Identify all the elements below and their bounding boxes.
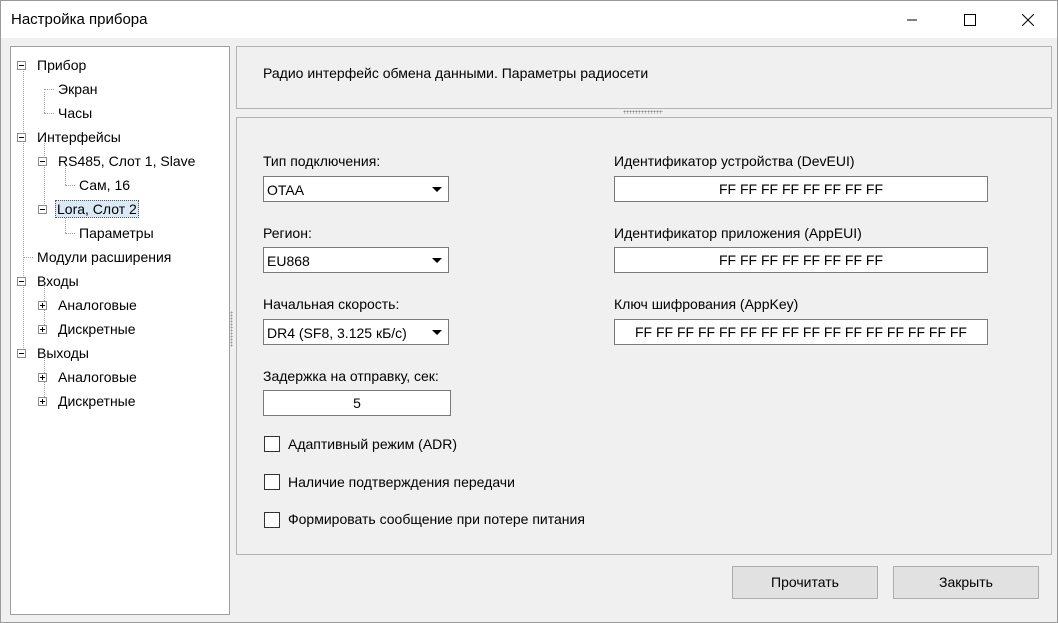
vertical-splitter[interactable] bbox=[230, 311, 233, 347]
app-eui-input[interactable]: FF FF FF FF FF FF FF FF bbox=[614, 247, 988, 273]
send-delay-input[interactable]: 5 bbox=[263, 390, 451, 416]
power-loss-message-checkbox[interactable] bbox=[264, 512, 280, 528]
expand-icon[interactable] bbox=[38, 373, 47, 382]
expand-icon[interactable] bbox=[38, 397, 47, 406]
dropdown-arrow-icon bbox=[432, 187, 442, 192]
dropdown-arrow-icon bbox=[432, 258, 442, 263]
tree-item-label: Модули расширения bbox=[37, 249, 172, 265]
tree-connector bbox=[44, 92, 45, 113]
settings-panel: Тип подключения: OTAA Регион: EU868 Нача… bbox=[236, 117, 1052, 555]
region-select[interactable]: EU868 bbox=[263, 247, 449, 273]
app-key-input[interactable]: FF FF FF FF FF FF FF FF FF FF FF FF FF F… bbox=[614, 319, 988, 345]
maximize-button[interactable] bbox=[947, 1, 993, 38]
minimize-icon bbox=[907, 19, 917, 20]
dropdown-arrow-icon bbox=[432, 330, 442, 335]
tree-item-label-selected: Lora, Слот 2 bbox=[55, 200, 139, 218]
tree-item-label: Выходы bbox=[37, 345, 89, 361]
expand-icon[interactable] bbox=[38, 301, 47, 310]
power-loss-message-checkbox-label[interactable]: Формировать сообщение при потере питания bbox=[288, 511, 585, 527]
tree-item-label: Дискретные bbox=[58, 393, 136, 409]
collapse-icon[interactable] bbox=[38, 157, 47, 166]
collapse-icon[interactable] bbox=[38, 205, 47, 214]
collapse-icon[interactable] bbox=[17, 277, 26, 286]
dev-eui-input[interactable]: FF FF FF FF FF FF FF FF bbox=[614, 176, 988, 202]
window-title: Настройка прибора bbox=[11, 11, 148, 28]
tree-item-label: Параметры bbox=[79, 225, 154, 241]
tree-connector bbox=[44, 140, 45, 210]
adr-checkbox-label[interactable]: Адаптивный режим (ADR) bbox=[288, 436, 457, 452]
region-label: Регион: bbox=[263, 225, 312, 241]
tree-item-label: Часы bbox=[58, 105, 93, 121]
tree-item-label: Интерфейсы bbox=[37, 129, 121, 145]
app-eui-label: Идентификатор приложения (AppEUI) bbox=[614, 225, 862, 241]
tree-item-label: Сам, 16 bbox=[79, 177, 131, 193]
horizontal-splitter[interactable] bbox=[623, 110, 663, 114]
confirmation-checkbox[interactable] bbox=[264, 474, 280, 490]
close-icon bbox=[1022, 13, 1034, 26]
send-delay-label: Задержка на отправку, сек: bbox=[263, 368, 439, 384]
tree-connector bbox=[65, 233, 75, 234]
tree-connector bbox=[23, 257, 33, 258]
collapse-icon[interactable] bbox=[17, 133, 26, 142]
collapse-icon[interactable] bbox=[17, 349, 26, 358]
maximize-icon bbox=[964, 13, 976, 26]
tree-connector bbox=[23, 68, 24, 140]
initial-speed-select[interactable]: DR4 (SF8, 3.125 кБ/с) bbox=[263, 319, 449, 345]
connection-type-value: OTAA bbox=[267, 182, 305, 198]
connection-type-label: Тип подключения: bbox=[263, 153, 381, 169]
tree-connector bbox=[44, 89, 54, 90]
close-button[interactable]: Закрыть bbox=[893, 566, 1039, 599]
tree-connector bbox=[65, 185, 75, 186]
tree-item-label: Входы bbox=[37, 273, 79, 289]
tree-item-label: Аналоговые bbox=[58, 369, 137, 385]
confirmation-checkbox-label[interactable]: Наличие подтверждения передачи bbox=[288, 474, 515, 490]
tree-item-label: RS485, Слот 1, Slave bbox=[58, 153, 196, 169]
close-window-button[interactable] bbox=[1005, 1, 1051, 38]
navigation-tree[interactable]: Прибор Экран Часы Интерфейсы RS485, Слот… bbox=[10, 46, 230, 615]
tree-item-label: Дискретные bbox=[58, 321, 136, 337]
settings-window: Настройка прибора Прибор Экран Часы Инте… bbox=[0, 0, 1058, 623]
region-value: EU868 bbox=[267, 253, 310, 269]
read-button[interactable]: Прочитать bbox=[732, 566, 878, 599]
info-description: Радио интерфейс обмена данными. Параметр… bbox=[263, 65, 649, 81]
app-key-label: Ключ шифрования (AppKey) bbox=[614, 296, 799, 312]
title-bar[interactable]: Настройка прибора bbox=[1, 1, 1057, 38]
tree-item-label: Экран bbox=[58, 81, 98, 97]
initial-speed-label: Начальная скорость: bbox=[263, 296, 400, 312]
collapse-icon[interactable] bbox=[17, 61, 26, 70]
info-panel: Радио интерфейс обмена данными. Параметр… bbox=[236, 46, 1052, 109]
dev-eui-label: Идентификатор устройства (DevEUI) bbox=[614, 153, 855, 169]
tree-connector bbox=[23, 140, 24, 356]
tree-item-label: Прибор bbox=[37, 57, 87, 73]
initial-speed-value: DR4 (SF8, 3.125 кБ/с) bbox=[267, 325, 407, 341]
minimize-button[interactable] bbox=[889, 1, 935, 38]
connection-type-select[interactable]: OTAA bbox=[263, 176, 449, 202]
tree-connector bbox=[44, 113, 54, 114]
expand-icon[interactable] bbox=[38, 325, 47, 334]
tree-item-label: Аналоговые bbox=[58, 297, 137, 313]
adr-checkbox[interactable] bbox=[264, 436, 280, 452]
